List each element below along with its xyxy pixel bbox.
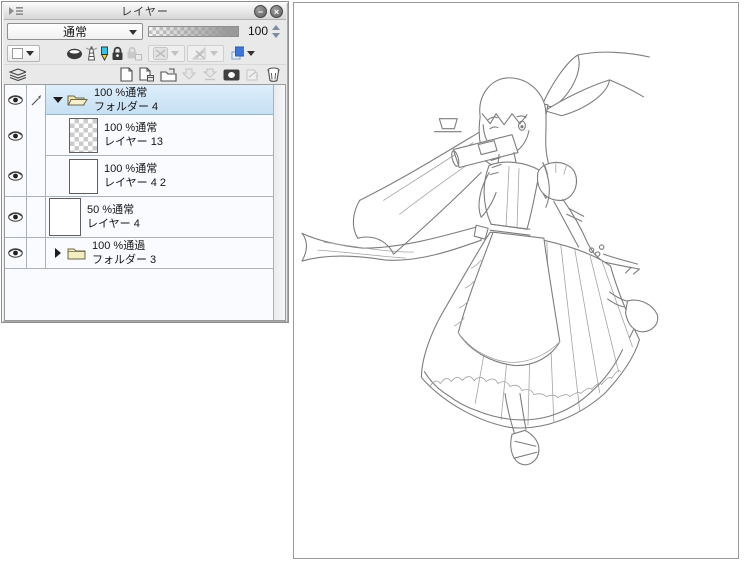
layer-list-options-icon[interactable] [8,67,26,83]
layer-label: 100 %通常 フォルダー 4 [94,86,158,114]
chevron-down-icon [247,50,255,56]
layer-name: フォルダー 4 [94,100,159,113]
new-vector-layer-button[interactable] [138,67,156,83]
eye-icon [8,95,23,105]
new-layer-folder-button[interactable] [159,67,177,83]
create-layer-mask-button[interactable] [222,67,240,83]
layer-row-layer-13[interactable]: 100 %通常 レイヤー 13 [5,115,273,156]
palette-color-dropdown[interactable] [7,44,40,62]
eye-icon [8,248,23,258]
collapse-triangle-icon[interactable] [53,96,63,103]
layer-label: 100 %通常 レイヤー 13 [104,121,163,149]
layer-opacity-blend: 100 %通常 [94,86,148,99]
opacity-spinner [272,24,280,38]
layers-panel: レイヤー − × 通常 100 100 %通常 フォルダー 4 100 %通常 … [1,1,289,323]
editing-target-indicator [27,238,46,269]
layer-color-icon [231,46,244,60]
visibility-toggle[interactable] [5,156,27,197]
draft-layer-icon[interactable] [100,46,109,61]
delete-layer-button[interactable] [264,67,282,83]
transfer-to-lower-layer-button[interactable] [180,67,198,83]
command-icons [117,67,282,83]
layer-opacity-blend: 100 %通常 [104,163,158,175]
ruler-disabled-icon [192,46,206,59]
opacity-value: 100 [247,24,268,38]
expand-triangle-icon[interactable] [55,248,61,258]
editing-target-indicator [27,85,46,115]
layer-opacity-blend: 50 %通常 [87,204,135,216]
layer-label: 50 %通常 レイヤー 4 [87,203,140,231]
blend-mode-value: 通常 [62,24,87,39]
visibility-toggle[interactable] [5,85,27,115]
editing-target-indicator [27,115,46,156]
minimize-button[interactable]: − [254,4,267,18]
eye-icon [8,130,23,141]
new-raster-layer-button[interactable] [117,67,135,83]
layer-command-bar [4,64,286,85]
chevron-down-icon [26,50,34,56]
chevron-down-icon [171,50,179,56]
canvas-page[interactable] [293,2,739,559]
lock-layer-icon[interactable] [111,46,124,61]
layer-row-folder-3[interactable]: 100 %通過 フォルダー 3 [5,238,273,269]
set-ruler-range-button[interactable] [187,44,224,62]
layer-list-scrollbar[interactable] [273,85,285,320]
layer-thumbnail[interactable] [49,198,81,236]
blend-opacity-row: 通常 100 [4,20,286,42]
visibility-toggle[interactable] [5,115,27,156]
layer-name: レイヤー 4 [87,218,140,230]
palette-color-swatch [12,47,23,59]
pen-icon [31,94,41,105]
panel-menu-icon [9,7,23,15]
layer-name: レイヤー 13 [104,136,163,148]
layer-thumbnail[interactable] [69,117,98,153]
blend-mode-select[interactable]: 通常 [7,22,143,40]
mask-disabled-icon [153,46,168,60]
layer-name: フォルダー 3 [92,254,157,266]
layer-thumbnail[interactable] [69,158,98,194]
layer-property-toolbar [4,42,286,64]
opacity-slider[interactable] [148,25,239,37]
layer-opacity-blend: 100 %通常 [104,122,158,134]
panel-menu-button[interactable] [8,6,24,16]
layer-row-folder-4[interactable]: 100 %通常 フォルダー 4 [5,85,273,115]
layer-name: レイヤー 4 2 [104,177,167,189]
chevron-down-icon [210,50,218,56]
panel-titlebar: レイヤー − × [4,3,286,20]
application-window: { "layers_panel": { "title": "レイヤー", "ti… [0,0,745,569]
layer-label: 100 %通常 レイヤー 4 2 [104,162,166,190]
visibility-toggle[interactable] [5,197,27,238]
folder-closed-icon [67,248,86,260]
reference-layer-icon[interactable] [85,46,98,61]
chevron-down-icon [129,29,137,35]
layer-row-layer-4[interactable]: 50 %通常 レイヤー 4 [5,197,273,238]
opacity-spin-up-icon[interactable] [272,24,280,30]
clip-to-layer-below-icon[interactable] [66,47,83,60]
panel-title: レイヤー [121,6,169,18]
layer-row-layer-4-2[interactable]: 100 %通常 レイヤー 4 2 [5,156,273,197]
apply-mask-to-layer-button[interactable] [243,67,261,83]
editing-target-indicator [27,197,46,238]
opacity-spin-down-icon[interactable] [272,32,280,38]
layer-label: 100 %通過 フォルダー 3 [92,239,156,267]
window-buttons: − × [254,4,283,18]
eye-icon [8,212,23,222]
editing-target-indicator [27,156,46,197]
visibility-toggle[interactable] [5,238,27,269]
close-button[interactable]: × [270,4,283,18]
layer-opacity-blend: 100 %通過 [92,240,146,252]
layer-color-button[interactable] [226,45,260,62]
merge-with-lower-layer-button[interactable] [201,67,219,83]
enable-layer-mask-button[interactable] [148,44,185,62]
canvas-artwork-line-drawing [301,51,659,466]
layer-list: 100 %通常 フォルダー 4 100 %通常 レイヤー 13 100 %通常 … [4,85,286,321]
folder-open-icon [67,95,88,105]
lock-transparent-pixels-icon[interactable] [126,46,143,61]
eye-icon [8,171,23,181]
